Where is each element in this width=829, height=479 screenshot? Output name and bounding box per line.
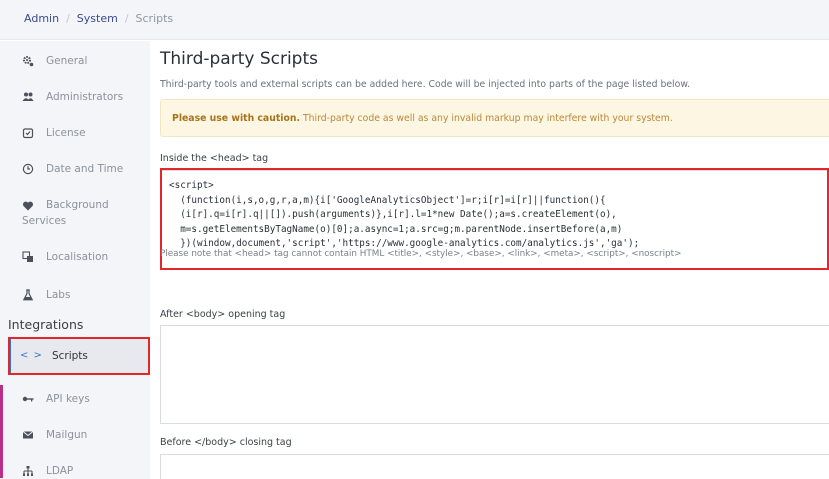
sidebar-item-label: General xyxy=(46,55,88,67)
license-icon xyxy=(22,127,34,139)
warning-text: Third-party code as well as any invalid … xyxy=(300,113,673,124)
users-icon xyxy=(22,91,34,103)
flask-icon xyxy=(22,289,34,301)
sidebar-item-administrators[interactable]: Administrators xyxy=(0,79,150,115)
breadcrumb-separator: / xyxy=(66,12,70,25)
breadcrumb-current: Scripts xyxy=(135,12,174,25)
head-field-label: Inside the <head> tag xyxy=(160,153,269,164)
breadcrumb-admin[interactable]: Admin xyxy=(24,12,59,25)
label-line: Background xyxy=(46,199,109,211)
body-close-code-editor[interactable] xyxy=(160,454,829,479)
sidebar-item-background-services[interactable]: Background Services xyxy=(0,197,150,241)
heart-icon xyxy=(22,200,34,212)
page-title: Third-party Scripts xyxy=(160,49,318,69)
body-close-field-label: Before </body> closing tag xyxy=(160,437,292,448)
head-field-note: Please note that <head> tag cannot conta… xyxy=(160,249,682,259)
sidebar-item-scripts[interactable]: < > Scripts xyxy=(8,337,149,374)
breadcrumb-separator: / xyxy=(124,12,129,25)
body-open-field-label: After <body> opening tag xyxy=(160,309,286,320)
page-description: Third-party tools and external scripts c… xyxy=(160,79,691,90)
label-line: Services xyxy=(22,215,67,227)
ldap-icon xyxy=(22,465,34,477)
key-icon xyxy=(22,393,34,405)
sidebar-item-label: API keys xyxy=(46,393,90,405)
main-content: Third-party Scripts Third-party tools an… xyxy=(160,41,829,479)
envelope-icon xyxy=(22,429,34,441)
sidebar-item-mailgun[interactable]: Mailgun xyxy=(0,417,150,453)
sidebar-item-api-keys[interactable]: API keys xyxy=(0,381,150,417)
sidebar-item-label: LDAP xyxy=(46,465,74,477)
sidebar-item-date-and-time[interactable]: Date and Time xyxy=(0,151,150,187)
code-icon: < > xyxy=(20,350,43,361)
translate-icon xyxy=(22,251,34,263)
sidebar-item-label: Background Services xyxy=(22,197,109,229)
body-open-code-editor[interactable] xyxy=(160,325,829,424)
sidebar-item-general[interactable]: General xyxy=(0,43,150,79)
top-bar: Admin / System / Scripts xyxy=(0,0,829,40)
gear-icon xyxy=(22,55,34,67)
breadcrumb: Admin / System / Scripts xyxy=(24,12,173,25)
sidebar-item-label: Date and Time xyxy=(46,163,124,175)
warning-banner: Please use with caution. Third-party cod… xyxy=(160,99,829,137)
warning-strong-text: Please use with caution. xyxy=(172,113,300,124)
sidebar: General Administrators License Date and … xyxy=(0,41,150,479)
sidebar-item-label: Mailgun xyxy=(46,429,88,441)
sidebar-item-labs[interactable]: Labs xyxy=(0,277,150,313)
sidebar-item-label: Localisation xyxy=(46,251,109,263)
sidebar-item-label: License xyxy=(46,127,86,139)
sidebar-item-ldap[interactable]: LDAP xyxy=(0,453,150,479)
sidebar-item-label: Labs xyxy=(46,289,71,301)
clock-icon xyxy=(22,163,34,175)
sidebar-item-label: Administrators xyxy=(46,91,124,103)
sidebar-item-license[interactable]: License xyxy=(0,115,150,151)
sidebar-item-localisation[interactable]: Localisation xyxy=(0,239,150,275)
sidebar-section-heading: Integrations xyxy=(8,317,84,332)
sidebar-item-label: Scripts xyxy=(51,349,88,362)
breadcrumb-system[interactable]: System xyxy=(77,12,118,25)
